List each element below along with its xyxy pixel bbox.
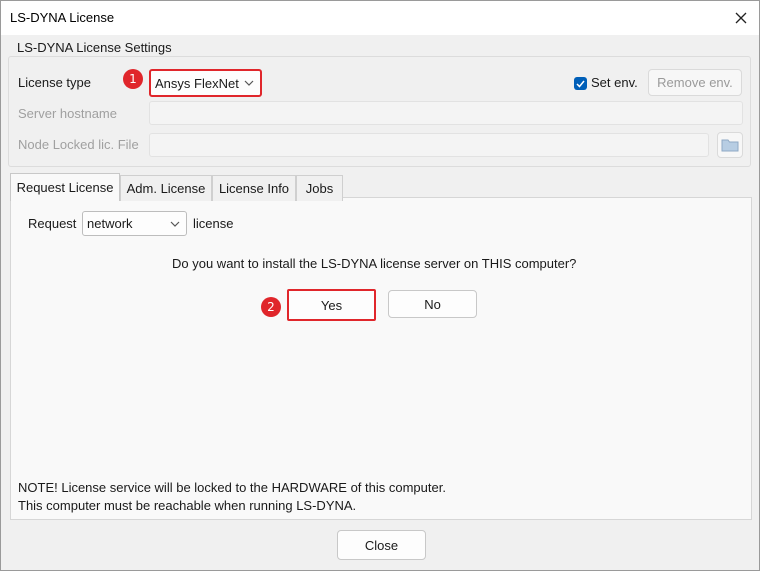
request-type-value: network xyxy=(87,216,133,231)
install-question-text: Do you want to install the LS-DYNA licen… xyxy=(172,256,577,271)
license-suffix-label: license xyxy=(193,216,234,231)
node-locked-file-input[interactable] xyxy=(149,133,709,157)
yes-button[interactable]: Yes xyxy=(287,289,376,321)
set-env-label: Set env. xyxy=(591,75,638,90)
note-line-1: NOTE! License service will be locked to … xyxy=(18,480,446,495)
settings-group-title: LS-DYNA License Settings xyxy=(14,40,175,55)
step-badge-1: 1 xyxy=(123,69,143,89)
step-badge-2: 2 xyxy=(261,297,281,317)
tab-panel-request-license xyxy=(10,197,752,520)
license-type-select[interactable]: Ansys FlexNet xyxy=(149,69,262,97)
checkmark-icon xyxy=(576,80,585,88)
no-button[interactable]: No xyxy=(388,290,477,318)
close-button[interactable]: Close xyxy=(337,530,426,560)
request-type-select[interactable]: network xyxy=(82,211,187,236)
request-label: Request xyxy=(28,216,77,231)
folder-icon xyxy=(721,139,739,152)
license-type-value: Ansys FlexNet xyxy=(155,75,239,91)
chevron-down-icon xyxy=(170,221,180,227)
tab-jobs[interactable]: Jobs xyxy=(296,175,343,201)
browse-file-button[interactable] xyxy=(717,132,743,158)
close-window-button[interactable] xyxy=(723,3,759,33)
close-icon xyxy=(735,12,747,24)
window-title: LS-DYNA License xyxy=(10,10,115,25)
remove-env-button[interactable]: Remove env. xyxy=(648,69,742,96)
license-type-label: License type xyxy=(18,75,91,90)
tab-request-license[interactable]: Request License xyxy=(10,173,120,201)
tab-adm-license[interactable]: Adm. License xyxy=(120,175,212,201)
title-bar: LS-DYNA License xyxy=(1,1,759,35)
tab-license-info[interactable]: License Info xyxy=(212,175,296,201)
set-env-checkbox[interactable] xyxy=(574,77,587,90)
node-locked-file-label: Node Locked lic. File xyxy=(18,137,139,152)
server-hostname-input[interactable] xyxy=(149,101,743,125)
chevron-down-icon xyxy=(244,80,254,86)
license-dialog: LS-DYNA License LS-DYNA License Settings… xyxy=(0,0,760,571)
note-line-2: This computer must be reachable when run… xyxy=(18,498,357,513)
server-hostname-label: Server hostname xyxy=(18,106,117,121)
